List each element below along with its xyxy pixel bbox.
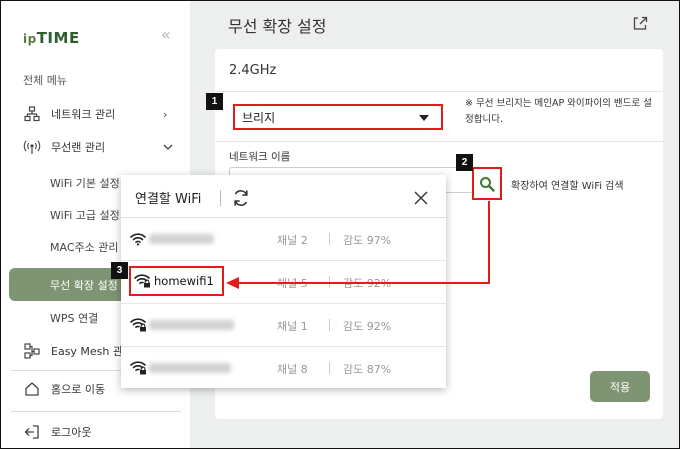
ssid-hidden xyxy=(149,363,231,373)
mode-select[interactable]: 브리지 xyxy=(233,104,443,130)
mode-select-value: 브리지 xyxy=(242,110,276,125)
ssid-hidden xyxy=(149,234,214,244)
wifi-lock-icon xyxy=(130,317,148,336)
wifi-lock-icon xyxy=(134,273,152,292)
divider xyxy=(220,190,221,206)
wifi-sensitivity: 감도 92% xyxy=(343,320,392,333)
divider xyxy=(329,276,330,288)
page-title: 무선 확장 설정 xyxy=(228,17,327,36)
sidebar-subitem-label: 무선 확장 설정 xyxy=(50,279,118,292)
sidebar-divider xyxy=(11,411,181,412)
mesh-icon xyxy=(23,342,41,360)
home-icon xyxy=(23,380,41,398)
logout-icon xyxy=(23,423,41,441)
close-icon[interactable] xyxy=(414,190,428,209)
wifi-list-item[interactable]: 채널 1 감도 92% xyxy=(121,304,446,347)
network-icon xyxy=(23,105,41,123)
ssid-hidden xyxy=(149,320,234,330)
refresh-icon[interactable] xyxy=(231,188,251,212)
wifi-lock-icon xyxy=(130,360,148,379)
wifi-list-item[interactable]: 채널 8 감도 87% xyxy=(121,347,446,390)
wifi-sensitivity: 감도 87% xyxy=(343,363,392,376)
divider xyxy=(215,91,663,92)
network-name-label: 네트워크 이름 xyxy=(229,151,291,163)
sidebar-item-label: 홈으로 이동 xyxy=(51,383,106,396)
divider xyxy=(329,362,330,374)
iptime-logo[interactable]: ipTIME xyxy=(23,29,80,47)
menu-all-label: 전체 메뉴 xyxy=(23,74,67,87)
step-badge-3: 3 xyxy=(111,262,128,279)
step-badge-1: 1 xyxy=(206,93,223,110)
wifi-channel: 채널 1 xyxy=(277,320,308,333)
wifi-list-item[interactable]: 채널 2 감도 97% xyxy=(121,218,446,261)
wifi-channel: 채널 8 xyxy=(277,363,308,376)
sidebar-item-label: 무선랜 관리 xyxy=(51,141,106,154)
divider xyxy=(329,319,330,331)
wifi-channel: 채널 5 xyxy=(277,277,308,290)
wifi-ssid: homewifi1 xyxy=(154,274,214,288)
band-title: 2.4GHz xyxy=(229,63,277,78)
sidebar-item-label: 로그아웃 xyxy=(51,426,92,439)
step-badge-2: 2 xyxy=(456,154,473,171)
wifi-sensitivity: 감도 92% xyxy=(343,277,392,290)
sidebar-item-label: 네트워크 관리 xyxy=(51,108,116,121)
wireless-icon xyxy=(23,138,41,156)
wifi-sensitivity: 감도 97% xyxy=(343,234,392,247)
apply-button[interactable]: 적용 xyxy=(590,371,650,402)
bridge-note: ※ 무선 브리지는 메인AP 와이파이의 밴드로 설정합니다. xyxy=(465,98,652,125)
wifi-search-button[interactable] xyxy=(472,167,502,200)
wifi-search-label: 확장하여 연결할 WiFi 검색 xyxy=(511,181,624,192)
popup-title: 연결할 WiFi xyxy=(135,192,202,207)
sidebar-item-network[interactable]: 네트워크 관리 › xyxy=(1,99,190,129)
collapse-sidebar-icon[interactable]: « xyxy=(161,25,171,44)
export-icon[interactable] xyxy=(632,15,648,35)
chevron-down-icon xyxy=(163,141,173,154)
sidebar-item-wireless[interactable]: 무선랜 관리 xyxy=(1,132,190,162)
sidebar-item-logout[interactable]: 로그아웃 xyxy=(1,417,190,447)
wifi-icon xyxy=(130,231,146,250)
chevron-right-icon: › xyxy=(163,107,168,121)
wifi-channel: 채널 2 xyxy=(277,234,308,247)
selected-wifi-homewifi1[interactable]: homewifi1 xyxy=(129,266,224,296)
caret-down-icon xyxy=(419,115,429,121)
search-icon xyxy=(480,176,495,192)
divider xyxy=(215,141,663,142)
divider xyxy=(329,233,330,245)
